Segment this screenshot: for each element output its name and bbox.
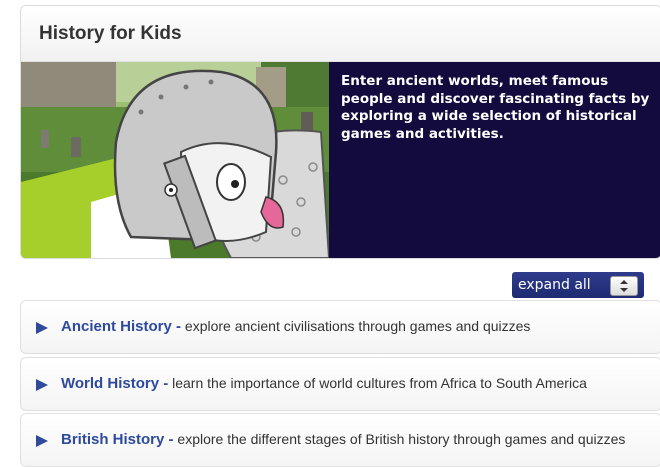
section-world-history[interactable]: World History - learn the importance of … (20, 357, 660, 411)
section-description: learn the importance of world cultures f… (172, 375, 587, 391)
section-british-history[interactable]: British History - explore the different … (20, 413, 660, 467)
triangle-right-icon (35, 378, 49, 397)
banner-description: Enter ancient worlds, meet famous people… (341, 73, 650, 142)
section-description: explore ancient civilisations through ga… (184, 318, 531, 334)
updown-arrows-icon (610, 276, 638, 296)
section-title[interactable]: Ancient History - (61, 318, 181, 335)
history-card: History for Kids Enter ancient worlds, m… (20, 5, 660, 259)
knight-cartoon-image (21, 62, 329, 258)
expand-all-button[interactable]: expand all (512, 272, 644, 298)
expand-all-label: expand all (518, 277, 591, 293)
triangle-right-icon (35, 434, 49, 453)
section-description: explore the different stages of British … (177, 431, 626, 447)
card-header: History for Kids (21, 6, 660, 62)
hero-banner: Enter ancient worlds, meet famous people… (21, 62, 660, 258)
section-text: Ancient History - explore ancient civili… (61, 318, 530, 335)
section-title[interactable]: World History - (61, 375, 168, 392)
section-ancient-history[interactable]: Ancient History - explore ancient civili… (20, 300, 660, 354)
triangle-right-icon (35, 321, 49, 340)
banner-text-panel: Enter ancient worlds, meet famous people… (329, 62, 660, 258)
section-text: World History - learn the importance of … (61, 375, 587, 392)
page-title: History for Kids (39, 23, 182, 44)
